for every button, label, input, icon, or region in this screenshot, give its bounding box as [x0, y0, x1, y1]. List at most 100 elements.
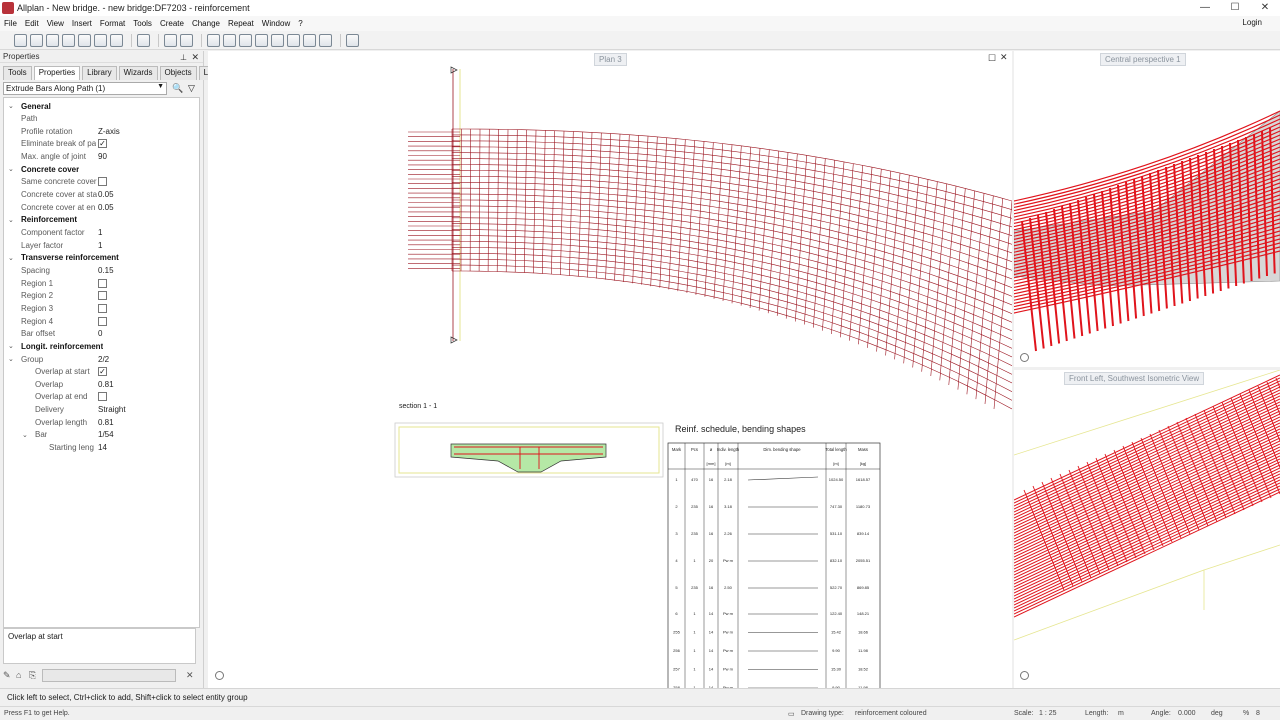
- tab-properties[interactable]: Properties: [33, 66, 81, 80]
- menu-repeat[interactable]: Repeat: [228, 19, 254, 28]
- isometric-viewport[interactable]: Front Left, Southwest Isometric View: [1014, 370, 1280, 688]
- chevron-down-icon[interactable]: ⌄: [8, 102, 14, 110]
- property-value[interactable]: 90: [98, 152, 107, 161]
- perspective-viewport[interactable]: Central perspective 1: [1014, 51, 1280, 367]
- property-value[interactable]: 14: [98, 443, 107, 452]
- search-icon[interactable]: 🔍: [172, 83, 183, 94]
- undo-icon[interactable]: [164, 33, 177, 47]
- open-favorite-icon[interactable]: ⌂: [16, 670, 27, 681]
- close-button[interactable]: ✕: [1250, 0, 1280, 16]
- menu-window[interactable]: Window: [262, 19, 290, 28]
- menu-tools[interactable]: Tools: [133, 19, 152, 28]
- palette-close-icon[interactable]: ✕: [191, 52, 199, 63]
- property-checkbox[interactable]: [98, 303, 107, 313]
- navigation-gizmo-icon[interactable]: [1020, 353, 1029, 362]
- rectangle-icon[interactable]: [223, 33, 236, 47]
- property-checkbox[interactable]: ✓: [98, 139, 107, 149]
- tab-tools[interactable]: Tools: [3, 66, 32, 80]
- property-value[interactable]: 2/2: [98, 355, 109, 364]
- navigation-gizmo-icon[interactable]: [1020, 671, 1029, 680]
- open-fragment-icon[interactable]: [62, 33, 75, 47]
- chevron-down-icon[interactable]: ⌄: [8, 254, 14, 262]
- menu-format[interactable]: Format: [100, 19, 125, 28]
- save-icon[interactable]: [78, 33, 91, 47]
- chevron-down-icon[interactable]: ⌄: [8, 165, 14, 173]
- mirror-icon[interactable]: [319, 33, 332, 47]
- prompt-text: Click left to select, Ctrl+click to add,…: [7, 692, 248, 702]
- property-section[interactable]: ⌄ Transverse reinforcement: [4, 252, 194, 264]
- menu-insert[interactable]: Insert: [72, 19, 92, 28]
- percent-value[interactable]: 8: [1256, 710, 1260, 717]
- property-value[interactable]: Straight: [98, 405, 126, 414]
- property-section[interactable]: ⌄ Reinforcement: [4, 214, 194, 226]
- chevron-down-icon[interactable]: ⌄: [8, 216, 14, 224]
- property-value[interactable]: 0: [98, 329, 102, 338]
- property-label: Max. angle of joint: [21, 152, 86, 162]
- scale-value[interactable]: 1 : 25: [1039, 710, 1057, 717]
- login-link[interactable]: Login: [1242, 18, 1262, 27]
- chevron-down-icon[interactable]: ⌄: [22, 431, 28, 439]
- property-checkbox[interactable]: [98, 392, 107, 402]
- copy-icon[interactable]: [271, 33, 284, 47]
- property-value[interactable]: 1: [98, 241, 102, 250]
- redo-icon[interactable]: [180, 33, 193, 47]
- line-icon[interactable]: [207, 33, 220, 47]
- image-icon[interactable]: [137, 33, 150, 47]
- zoom-icon[interactable]: [346, 33, 359, 47]
- property-value[interactable]: 0.81: [98, 418, 114, 427]
- property-checkbox[interactable]: [98, 278, 107, 288]
- tab-objects[interactable]: Objects: [159, 66, 197, 80]
- pin-icon[interactable]: ⊥: [180, 53, 187, 62]
- property-row: Same concrete cover: [4, 176, 194, 188]
- tab-library[interactable]: Library: [82, 66, 117, 80]
- property-value[interactable]: 1: [98, 228, 102, 237]
- property-value[interactable]: 0.81: [98, 380, 114, 389]
- schedule-cell: 1618.57: [856, 477, 871, 482]
- chevron-down-icon[interactable]: ⌄: [8, 355, 14, 363]
- save-favorite-icon[interactable]: ⎘: [29, 670, 40, 681]
- menu-view[interactable]: View: [47, 19, 64, 28]
- new-icon[interactable]: [14, 33, 27, 47]
- property-section[interactable]: ⌄ Concrete cover: [4, 163, 194, 175]
- plan-viewport[interactable]: Plan 3 ☐ ✕ Mark Pcs ø Indiv. length Dim. ben…: [208, 51, 1012, 688]
- chevron-down-icon[interactable]: ⌄: [8, 342, 14, 350]
- maximize-button[interactable]: ☐: [1220, 0, 1250, 16]
- menu-file[interactable]: File: [4, 19, 17, 28]
- property-value[interactable]: 0.05: [98, 190, 114, 199]
- property-checkbox[interactable]: [98, 316, 107, 326]
- menu-change[interactable]: Change: [192, 19, 220, 28]
- tab-wizards[interactable]: Wizards: [118, 66, 158, 80]
- property-value[interactable]: 0.15: [98, 266, 114, 275]
- drawing-type-value[interactable]: reinforcement coloured: [855, 710, 927, 717]
- property-checkbox[interactable]: [98, 291, 107, 301]
- rotate-icon[interactable]: [303, 33, 316, 47]
- favorite-dropdown[interactable]: [42, 668, 176, 682]
- print-icon[interactable]: [110, 33, 123, 47]
- tools-icon[interactable]: ✕: [186, 670, 197, 681]
- property-section[interactable]: ⌄ General: [4, 100, 194, 112]
- angle-unit[interactable]: deg: [1211, 710, 1223, 717]
- menu-edit[interactable]: Edit: [25, 19, 39, 28]
- object-type-dropdown[interactable]: Extrude Bars Along Path (1) ▼: [3, 82, 167, 95]
- filter-icon[interactable]: ▽: [188, 83, 199, 94]
- navigation-gizmo-icon[interactable]: [215, 671, 224, 680]
- property-value[interactable]: 1/54: [98, 430, 114, 439]
- property-checkbox[interactable]: ✓: [98, 367, 107, 377]
- layout-icon[interactable]: [94, 33, 107, 47]
- toolbar-separator: [158, 33, 159, 47]
- delete-icon[interactable]: [255, 33, 268, 47]
- dimension-icon[interactable]: [239, 33, 252, 47]
- menu-create[interactable]: Create: [160, 19, 184, 28]
- project-icon[interactable]: [30, 33, 43, 47]
- open-icon[interactable]: [46, 33, 59, 47]
- menu-help[interactable]: ?: [298, 19, 302, 28]
- minimize-button[interactable]: —: [1190, 0, 1220, 16]
- property-value[interactable]: 0.05: [98, 203, 114, 212]
- pipette-icon[interactable]: ✎: [3, 670, 14, 681]
- property-checkbox[interactable]: [98, 177, 107, 187]
- move-icon[interactable]: [287, 33, 300, 47]
- angle-value[interactable]: 0.000: [1178, 710, 1196, 717]
- property-section[interactable]: ⌄ Longit. reinforcement: [4, 340, 194, 352]
- length-unit[interactable]: m: [1118, 710, 1124, 717]
- property-value[interactable]: Z-axis: [98, 127, 120, 136]
